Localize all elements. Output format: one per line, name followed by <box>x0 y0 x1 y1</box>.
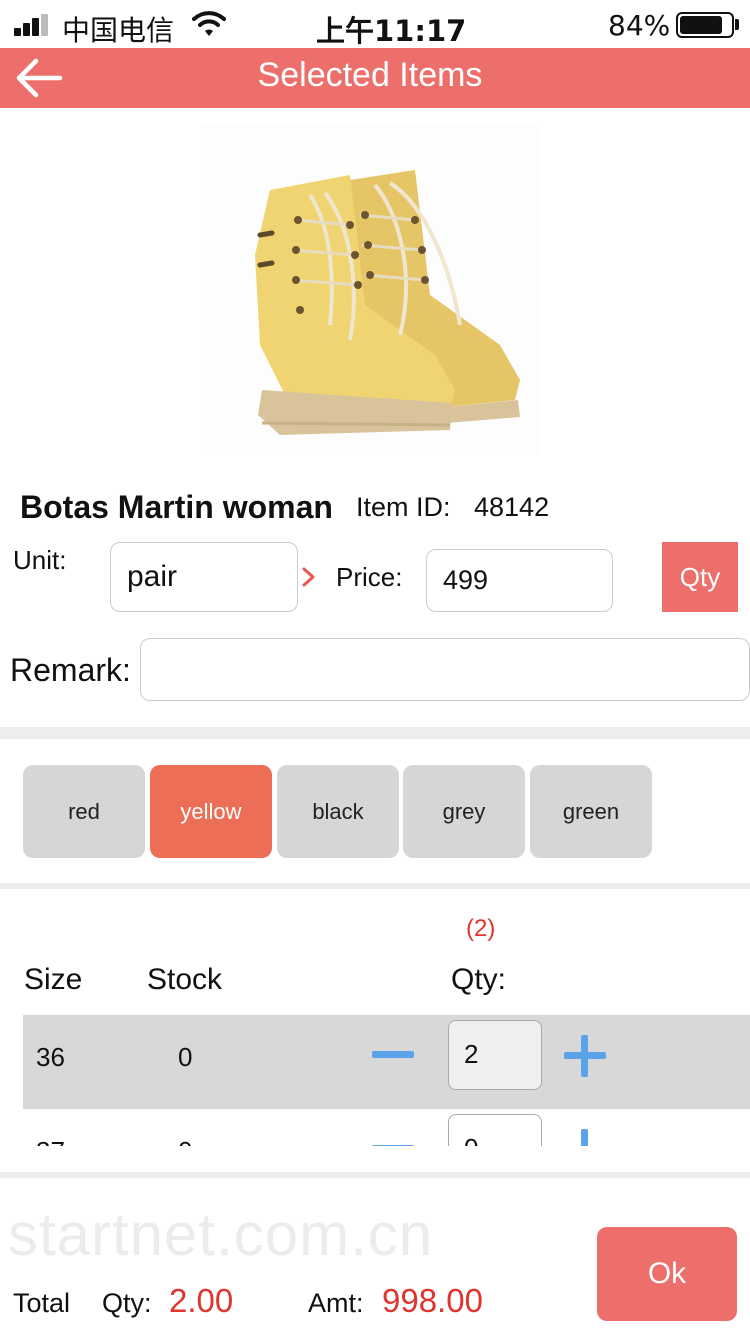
color-chip-black[interactable]: black <box>277 765 399 858</box>
remark-label: Remark: <box>10 652 131 688</box>
total-label: Total <box>13 1288 71 1318</box>
section-divider <box>0 727 750 739</box>
stock-header: Stock <box>147 963 223 996</box>
back-button[interactable] <box>14 54 64 102</box>
size-value: 37 <box>36 1136 65 1146</box>
qty-input[interactable]: 0 <box>448 1114 542 1146</box>
selected-count: (2) <box>466 915 496 942</box>
battery-fill <box>680 16 722 34</box>
table-row: 36 0 2 <box>23 1015 750 1109</box>
decrease-qty-button[interactable] <box>372 1145 414 1146</box>
decrease-qty-button[interactable] <box>372 1051 414 1058</box>
color-chip-red[interactable]: red <box>23 765 145 858</box>
wifi-icon <box>192 11 226 36</box>
page-title: Selected Items <box>257 56 483 94</box>
battery-cap <box>735 19 739 30</box>
section-divider <box>0 1172 750 1178</box>
chevron-right-icon[interactable] <box>300 566 318 588</box>
qty-input[interactable]: 2 <box>448 1020 542 1090</box>
carrier-name: 中国电信 <box>62 14 175 47</box>
arrow-left-icon <box>16 58 63 98</box>
battery-percent: 84% <box>608 9 671 42</box>
color-chip-grey[interactable]: grey <box>403 765 525 858</box>
product-name: Botas Martin woman <box>20 489 333 525</box>
stock-value: 0 <box>178 1136 192 1146</box>
increase-qty-button[interactable] <box>564 1035 606 1077</box>
size-list[interactable]: 36 0 2 37 0 0 <box>0 1015 750 1146</box>
total-amount-value: 998.00 <box>382 1282 483 1319</box>
price-label: Price: <box>336 562 403 592</box>
battery-icon <box>676 12 734 38</box>
price-input[interactable]: 499 <box>426 549 613 612</box>
remark-input[interactable] <box>140 638 750 701</box>
increase-qty-button[interactable] <box>564 1129 606 1146</box>
total-qty-label: Qty: <box>102 1288 152 1318</box>
total-qty-value: 2.00 <box>169 1282 234 1319</box>
table-row: 37 0 0 <box>23 1109 750 1146</box>
section-divider <box>0 883 750 889</box>
item-id-label: Item ID: <box>356 492 451 522</box>
color-chip-green[interactable]: green <box>530 765 652 858</box>
total-amount-label: Amt: <box>308 1288 364 1318</box>
size-value: 36 <box>36 1042 65 1072</box>
status-time: 上午11:17 <box>316 14 467 48</box>
unit-label: Unit: <box>13 545 67 575</box>
item-id-value: 48142 <box>474 492 550 522</box>
unit-select[interactable]: pair <box>110 542 298 612</box>
status-bar: 中国电信 上午11:17 84% <box>0 0 750 48</box>
watermark: startnet.com.cn <box>8 1201 434 1268</box>
signal-icon <box>14 14 54 36</box>
ok-button[interactable]: Ok <box>597 1227 737 1321</box>
qty-button[interactable]: Qty <box>662 542 738 612</box>
size-header: Size <box>24 963 83 996</box>
yellow-boots-image <box>200 125 540 455</box>
qty-header: Qty: <box>451 963 507 996</box>
color-chip-yellow[interactable]: yellow <box>150 765 272 858</box>
stock-value: 0 <box>178 1042 193 1072</box>
nav-bar: Selected Items <box>0 48 750 108</box>
